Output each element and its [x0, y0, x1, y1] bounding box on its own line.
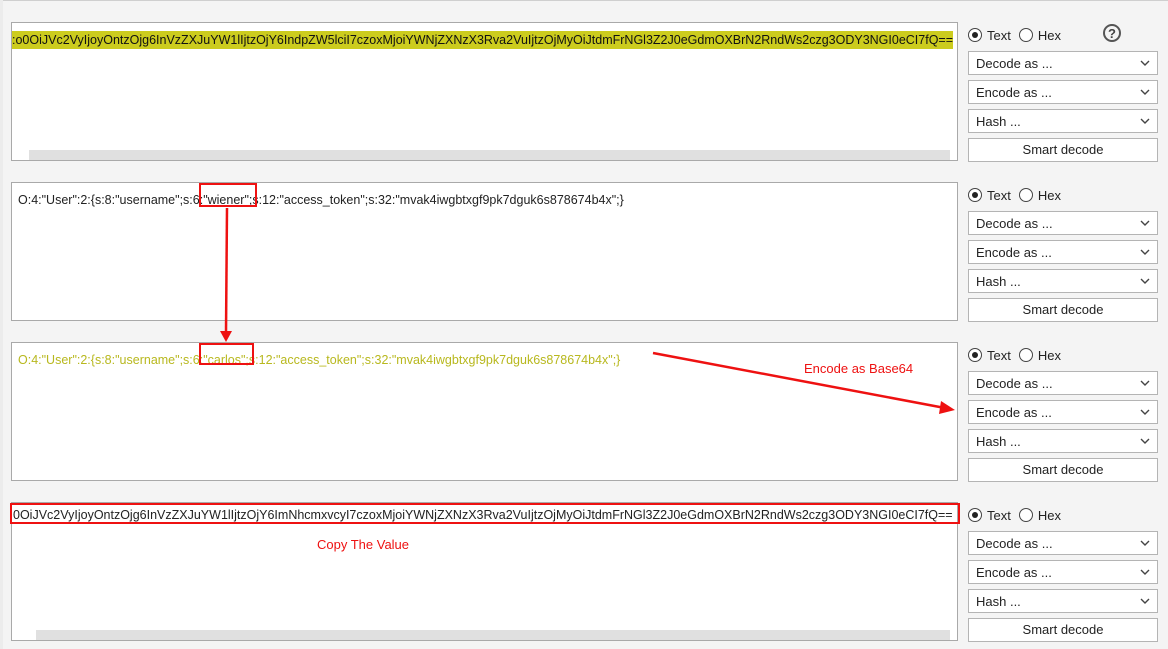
panel-2-text-part: O:4:"User":2:{s:8:"username";s:6:	[18, 193, 204, 207]
radio-dot	[1018, 28, 1033, 42]
radio-dot	[968, 348, 982, 362]
hex-radio[interactable]: Hex	[1018, 507, 1061, 523]
smart-decode-button[interactable]: Smart decode	[968, 458, 1158, 482]
hash-dropdown[interactable]: Hash ...	[968, 589, 1158, 613]
chevron-down-icon	[1140, 380, 1150, 386]
decode-as-label: Decode as ...	[976, 376, 1053, 391]
encode-as-dropdown[interactable]: Encode as ...	[968, 80, 1158, 104]
encode-as-label: Encode as ...	[976, 565, 1052, 580]
chevron-down-icon	[1140, 89, 1150, 95]
panel-4-encoded-value: 0OiJVc2VyIjoyOntzOjg6InVzZXJuYW1lIjtzOjY…	[13, 508, 953, 522]
chevron-down-icon	[1140, 60, 1150, 66]
chevron-down-icon	[1140, 438, 1150, 444]
radio-dot	[1018, 188, 1033, 202]
encode-as-label: Encode as ...	[976, 85, 1052, 100]
chevron-down-icon	[1140, 118, 1150, 124]
panel-3-text-part: O:4:"User":2:{s:8:"username";s:6:	[18, 353, 204, 367]
radio-dot	[1018, 348, 1033, 362]
chevron-down-icon	[1140, 278, 1150, 284]
chevron-down-icon	[1140, 249, 1150, 255]
top-divider	[0, 0, 1168, 1]
radio-dot	[968, 188, 982, 202]
chevron-down-icon	[1140, 569, 1150, 575]
hex-radio-label: Hex	[1037, 27, 1061, 43]
annotation-copy-value: Copy The Value	[317, 537, 410, 552]
radio-dot	[968, 508, 982, 522]
hash-label: Hash ...	[976, 114, 1021, 129]
text-radio-label: Text	[987, 27, 1011, 43]
hash-dropdown[interactable]: Hash ...	[968, 109, 1158, 133]
panel-1-scrollbar[interactable]	[29, 150, 950, 160]
text-radio[interactable]: Text	[968, 508, 1011, 523]
hex-radio[interactable]: Hex	[1018, 347, 1061, 363]
format-radio-group: Text Hex	[968, 24, 1069, 46]
annotation-encode-base64: Encode as Base64	[804, 361, 914, 376]
hash-label: Hash ...	[976, 594, 1021, 609]
text-radio[interactable]: Text	[968, 348, 1011, 363]
hex-radio[interactable]: Hex	[1018, 27, 1061, 43]
hex-radio-label: Hex	[1037, 507, 1061, 523]
help-circle-icon[interactable]: ?	[1103, 24, 1121, 42]
text-radio-label: Text	[987, 187, 1011, 203]
panel-1-selected-text: :o0OiJVc2VyIjoyOntzOjg6InVzZXJuYW1lIjtzO…	[12, 31, 954, 49]
hash-dropdown[interactable]: Hash ...	[968, 429, 1158, 453]
panel-4-scrollbar[interactable]	[36, 630, 950, 640]
encode-as-dropdown[interactable]: Encode as ...	[968, 240, 1158, 264]
decode-as-dropdown[interactable]: Decode as ...	[968, 531, 1158, 555]
smart-decode-button[interactable]: Smart decode	[968, 298, 1158, 322]
decoder-panel-2[interactable]: O:4:"User":2:{s:8:"username";s:6:"wiener…	[11, 182, 958, 321]
panel-2-username-value: "wiener";	[203, 193, 253, 207]
text-radio-label: Text	[987, 347, 1011, 363]
panel-4-text[interactable]: 0OiJVc2VyIjoyOntzOjg6InVzZXJuYW1lIjtzOjY…	[13, 507, 953, 523]
decode-as-label: Decode as ...	[976, 536, 1053, 551]
panel-2-text-part: s:12:"access_token";s:32:"mvak4iwgbtxgf9…	[252, 193, 624, 207]
panel-1-text[interactable]: :o0OiJVc2VyIjoyOntzOjg6InVzZXJuYW1lIjtzO…	[12, 31, 954, 49]
chevron-down-icon	[1140, 598, 1150, 604]
decoder-panel-1[interactable]: :o0OiJVc2VyIjoyOntzOjg6InVzZXJuYW1lIjtzO…	[11, 22, 958, 161]
panel-3-username-value: "carlos";	[203, 353, 249, 367]
chevron-down-icon	[1140, 409, 1150, 415]
hash-dropdown[interactable]: Hash ...	[968, 269, 1158, 293]
hex-radio-label: Hex	[1037, 187, 1061, 203]
text-radio-label: Text	[987, 507, 1011, 523]
chevron-down-icon	[1140, 540, 1150, 546]
hash-label: Hash ...	[976, 274, 1021, 289]
panel-2-text[interactable]: O:4:"User":2:{s:8:"username";s:6:"wiener…	[18, 192, 624, 208]
decoder-panel-4[interactable]: 0OiJVc2VyIjoyOntzOjg6InVzZXJuYW1lIjtzOjY…	[11, 502, 958, 641]
hash-label: Hash ...	[976, 434, 1021, 449]
format-radio-group: Text Hex	[968, 184, 1069, 206]
encode-as-dropdown[interactable]: Encode as ...	[968, 400, 1158, 424]
smart-decode-button[interactable]: Smart decode	[968, 618, 1158, 642]
format-radio-group: Text Hex	[968, 344, 1069, 366]
decode-as-dropdown[interactable]: Decode as ...	[968, 371, 1158, 395]
decode-as-dropdown[interactable]: Decode as ...	[968, 211, 1158, 235]
text-radio[interactable]: Text	[968, 28, 1011, 43]
panel-3-text-part: s:12:"access_token";s:32:"mvak4iwgbtxgf9…	[248, 353, 621, 367]
encode-as-label: Encode as ...	[976, 245, 1052, 260]
format-radio-group: Text Hex	[968, 504, 1069, 526]
chevron-down-icon	[1140, 220, 1150, 226]
decode-as-label: Decode as ...	[976, 216, 1053, 231]
encode-as-dropdown[interactable]: Encode as ...	[968, 560, 1158, 584]
hex-radio[interactable]: Hex	[1018, 187, 1061, 203]
decode-as-dropdown[interactable]: Decode as ...	[968, 51, 1158, 75]
radio-dot	[968, 28, 982, 42]
decode-as-label: Decode as ...	[976, 56, 1053, 71]
text-radio[interactable]: Text	[968, 188, 1011, 203]
encode-as-label: Encode as ...	[976, 405, 1052, 420]
panel-3-text[interactable]: O:4:"User":2:{s:8:"username";s:6:"carlos…	[18, 352, 620, 368]
left-edge	[0, 0, 3, 649]
radio-dot	[1018, 508, 1033, 522]
smart-decode-button[interactable]: Smart decode	[968, 138, 1158, 162]
hex-radio-label: Hex	[1037, 347, 1061, 363]
